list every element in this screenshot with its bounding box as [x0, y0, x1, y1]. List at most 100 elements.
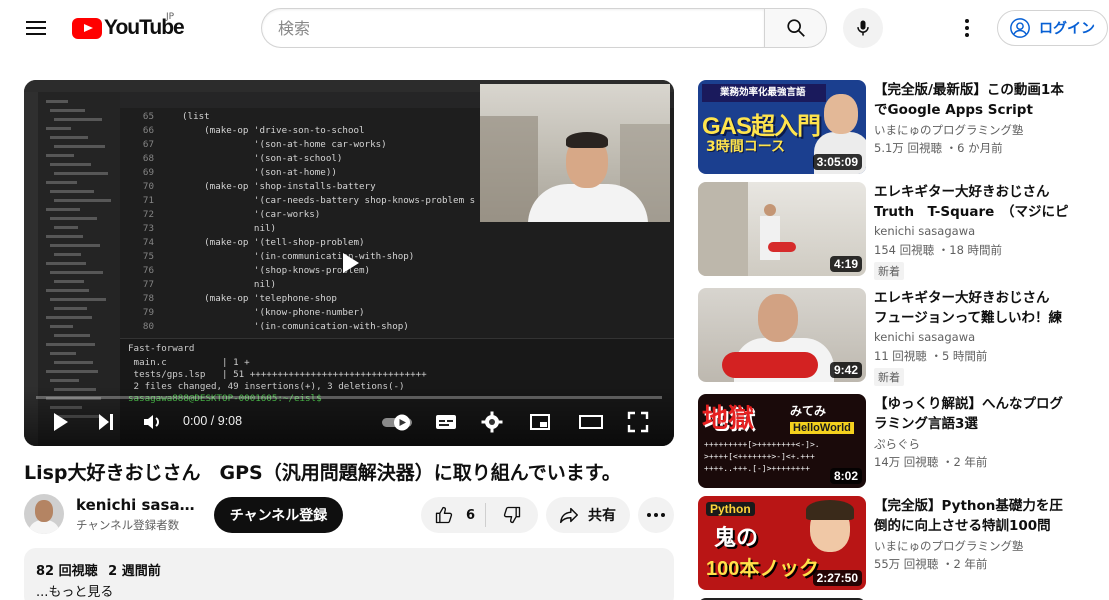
code-text: (make-op 'shop-installs-battery [182, 181, 376, 192]
thumbnail-subline: 3時間コース [706, 139, 786, 155]
channel-name[interactable]: kenichi sasagawa [76, 496, 196, 514]
recommendation-meta: 154 回視聴 ・18 時間前 [874, 243, 1003, 257]
recommendation-channel[interactable]: いまにゅのプログラミング塾 [874, 538, 1024, 554]
recommendation-title[interactable]: エレキギター大好きおじさん フュージョンって難しいわ！練習中 [874, 288, 1074, 328]
subscriber-count: チャンネル登録者数 [76, 518, 180, 532]
code-text: (make-op 'drive-son-to-school [182, 125, 365, 136]
thumbs-up-icon [435, 506, 453, 524]
code-text: '(car-needs-battery shop-knows-problem s [182, 195, 476, 206]
masthead: YouTube JP ログイン [0, 0, 1109, 56]
code-text: nil) [182, 279, 277, 290]
settings-gear-icon[interactable] [480, 410, 504, 434]
video-title: Lisp大好きおじさん GPS（汎用問題解決器）に取り組んでいます。 [24, 462, 621, 484]
player-controls: 0:00 / 9:08 [24, 402, 674, 442]
subscribe-button[interactable]: チャンネル登録 [214, 497, 343, 533]
recommendation-title[interactable]: エレキギター大好きおじさん Truth T-Square （マジにピッキングの練… [874, 182, 1074, 222]
youtube-logo-icon [72, 17, 102, 39]
video-player[interactable]: 65 (list 66 (make-op 'drive-son-to-school 6… [24, 80, 674, 446]
next-icon[interactable] [94, 410, 118, 434]
terminal-line: Fast-forward [128, 343, 195, 354]
line-number: 69 [142, 167, 154, 178]
recommendation-meta: 11 回視聴 ・5 時間前 [874, 349, 988, 363]
progress-bar[interactable] [36, 396, 662, 399]
code-text: (make-op '(tell-shop-problem) [182, 237, 365, 248]
code-text: (make-op 'telephone-shop [182, 293, 337, 304]
share-button[interactable]: 共有 [546, 497, 630, 533]
login-label: ログイン [1039, 21, 1095, 37]
line-number: 74 [142, 237, 154, 248]
recommendation-item[interactable]: Python 鬼の 100本ノック 2:27:50 【完全版】Python基礎力… [698, 496, 1098, 590]
line-number: 76 [142, 265, 154, 276]
terminal-line: main.c | 1 + [128, 357, 250, 368]
thumbnail-headline: 鬼の [714, 526, 759, 551]
thumbnail-subline: 100本ノック [706, 558, 819, 580]
webcam-overlay [480, 84, 670, 222]
recommendation-title[interactable]: 【ゆっくり解説】へんなプログラミング言語3選 [874, 394, 1074, 434]
theater-mode-icon[interactable] [578, 410, 604, 434]
time-display: 0:00 / 9:08 [183, 414, 243, 428]
description-box[interactable]: 82 回視聴 2 週間前 ...もっと見る [24, 548, 674, 600]
video-thumbnail[interactable]: 地獄 みてみ HelloWorld +++++++++[>++++++++<-]… [698, 394, 866, 488]
line-number: 77 [142, 279, 154, 290]
dislike-button[interactable] [486, 497, 538, 533]
like-dislike-group: 6 [421, 497, 538, 533]
recommendation-channel[interactable]: いまにゅのプログラミング塾 [874, 122, 1024, 138]
video-thumbnail[interactable]: Python 鬼の 100本ノック 2:27:50 [698, 496, 866, 590]
code-text: '(in-communication-with-shop) [182, 251, 415, 262]
fullscreen-icon[interactable] [626, 410, 650, 434]
miniplayer-icon[interactable] [528, 410, 552, 434]
channel-avatar[interactable] [24, 494, 64, 534]
more-actions-button[interactable] [638, 497, 674, 533]
settings-menu-icon[interactable] [955, 16, 979, 40]
recommendation-channel[interactable]: kenichi sasagawa [874, 224, 975, 238]
line-number: 65 [142, 111, 154, 122]
line-number: 72 [142, 209, 154, 220]
recommendation-item[interactable]: 9:42 エレキギター大好きおじさん フュージョンって難しいわ！練習中 keni… [698, 288, 1098, 386]
line-number: 80 [142, 321, 154, 332]
code-text: '(son-at-school) [182, 153, 343, 164]
duration-badge: 3:05:09 [812, 154, 862, 170]
code-text: '(car-works) [182, 209, 321, 220]
thumbnail-caption: 業務効率化最強言語 [702, 84, 826, 102]
line-number: 70 [142, 181, 154, 192]
like-count: 6 [466, 507, 476, 523]
line-number: 78 [142, 293, 154, 304]
duration-badge: 8:02 [829, 468, 862, 484]
line-number: 79 [142, 307, 154, 318]
recommendation-title[interactable]: 【完全版】Python基礎力を圧倒的に向上させる特訓100問 [874, 496, 1074, 536]
volume-icon[interactable] [140, 410, 164, 434]
recommendation-channel[interactable]: kenichi sasagawa [874, 330, 975, 344]
line-number: 68 [142, 153, 154, 164]
new-badge: 新着 [874, 262, 904, 280]
posted-date: 2 週間前 [108, 564, 161, 579]
like-button[interactable]: 6 [421, 497, 485, 533]
microphone-icon [857, 20, 869, 36]
recommendation-item[interactable]: 地獄 みてみ HelloWorld +++++++++[>++++++++<-]… [698, 394, 1098, 488]
region-code: JP [166, 12, 175, 22]
recommendation-meta: 5.1万 回視聴 ・6 か月前 [874, 141, 1003, 155]
code-text: '(son-at-home)) [182, 167, 337, 178]
center-play-icon[interactable] [339, 252, 361, 274]
thumbnail-headline: 地獄 [702, 404, 755, 434]
recommendation-item[interactable]: 業務効率化最強言語 GAS超入門 3時間コース 3:05:09 【完全版/最新版… [698, 80, 1098, 174]
recommendation-item[interactable]: 4:19 エレキギター大好きおじさん Truth T-Square （マジにピッ… [698, 182, 1098, 280]
voice-search-button[interactable] [843, 8, 883, 48]
autoplay-toggle-icon[interactable] [380, 410, 416, 434]
video-thumbnail[interactable]: 4:19 [698, 182, 866, 276]
search-input[interactable] [261, 8, 764, 48]
thumbnail-caption: みてみ [790, 404, 827, 418]
menu-icon[interactable] [20, 16, 52, 40]
video-thumbnail[interactable]: 9:42 [698, 288, 866, 382]
video-thumbnail[interactable]: 業務効率化最強言語 GAS超入門 3時間コース 3:05:09 [698, 80, 866, 174]
subtitles-icon[interactable] [434, 410, 458, 434]
new-badge: 新着 [874, 368, 904, 386]
play-icon[interactable] [48, 410, 72, 434]
recommendation-channel[interactable]: ぷらぐら [874, 436, 920, 452]
line-number: 71 [142, 195, 154, 206]
search-button[interactable] [764, 8, 827, 48]
show-more-link[interactable]: ...もっと見る [36, 581, 662, 600]
terminal-line: tests/gps.lsp | 51 +++++++++++++++++++++… [128, 369, 427, 380]
line-number: 75 [142, 251, 154, 262]
recommendation-title[interactable]: 【完全版/最新版】この動画1本でGoogle Apps Script（GAS）を… [874, 80, 1074, 120]
login-button[interactable]: ログイン [997, 10, 1108, 46]
